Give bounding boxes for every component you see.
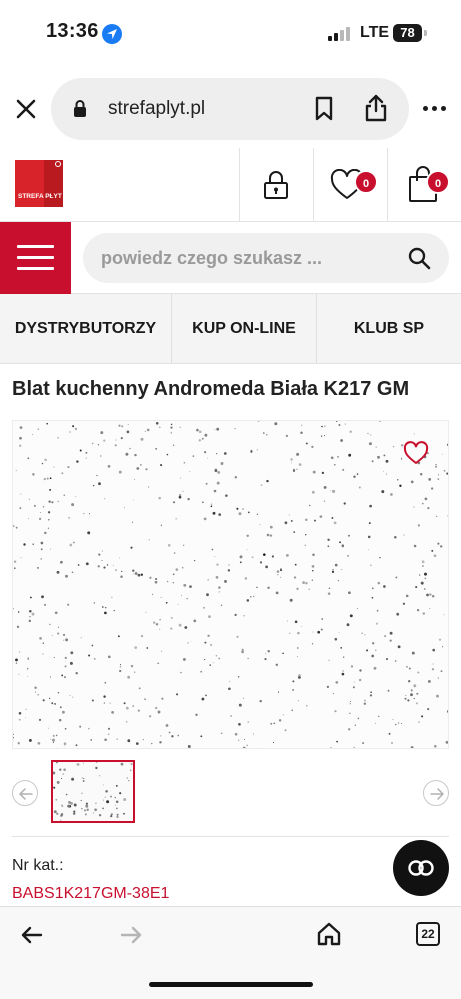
browser-url-row: strefaplyt.pl — [0, 78, 461, 140]
thumbnail-texture — [53, 762, 133, 821]
catalog-number-label: Nr kat.: — [12, 857, 64, 874]
logo-registered-mark — [55, 161, 61, 167]
search-icon[interactable] — [407, 246, 431, 275]
header-divider — [387, 148, 388, 222]
section-divider — [12, 836, 449, 837]
chat-icon — [408, 860, 434, 876]
menu-icon-bar — [17, 245, 54, 248]
wishlist-count-badge: 0 — [354, 170, 378, 194]
logo-text: STREFA PŁYT — [18, 193, 62, 200]
menu-icon-bar — [17, 267, 54, 270]
product-title: Blat kuchenny Andromeda Biała K217 GM — [12, 378, 410, 400]
gallery-thumbnail[interactable] — [51, 760, 135, 823]
prev-arrow-icon[interactable] — [12, 780, 38, 806]
tabs-icon[interactable]: 22 — [416, 922, 440, 946]
lock-icon — [72, 99, 88, 124]
next-arrow-icon[interactable] — [423, 780, 449, 806]
menu-button[interactable] — [0, 222, 71, 294]
site-logo[interactable]: STREFA PŁYT — [15, 160, 63, 207]
site-header: STREFA PŁYT 0 0 — [0, 148, 461, 222]
nav-item-kup-online[interactable]: KUP ON-LINE — [172, 294, 316, 364]
main-nav: DYSTRYBUTORZY KUP ON-LINE KLUB SP — [0, 294, 461, 364]
chat-button[interactable] — [393, 840, 449, 896]
search-placeholder: powiedz czego szukasz ... — [101, 248, 323, 268]
signal-icon — [328, 27, 352, 41]
close-icon[interactable] — [12, 95, 40, 123]
product-image[interactable] — [12, 420, 449, 749]
account-lock-icon[interactable] — [263, 170, 289, 205]
status-bar: 13:36 LTE 78 — [0, 0, 461, 68]
home-icon[interactable] — [316, 921, 342, 952]
search-row: powiedz czego szukasz ... — [0, 222, 461, 294]
network-type: LTE — [360, 24, 390, 41]
header-divider — [239, 148, 240, 222]
countertop-texture — [13, 421, 448, 748]
more-icon[interactable] — [423, 106, 447, 112]
forward-icon[interactable] — [119, 923, 143, 952]
cart-count-badge: 0 — [426, 170, 450, 194]
location-arrow-icon — [102, 24, 122, 44]
battery-icon: 78 — [393, 24, 422, 42]
nav-item-dystrybutorzy[interactable]: DYSTRYBUTORZY — [0, 294, 171, 364]
catalog-number-value: BABS1K217GM-38E1 — [12, 885, 170, 902]
back-icon[interactable] — [20, 923, 44, 952]
search-input[interactable]: powiedz czego szukasz ... — [83, 233, 449, 283]
nav-item-klub-sp[interactable]: KLUB SP — [317, 294, 461, 364]
header-divider — [313, 148, 314, 222]
share-icon[interactable] — [364, 93, 388, 128]
status-time: 13:36 — [46, 20, 99, 42]
home-indicator — [149, 982, 313, 987]
battery-nub — [424, 30, 427, 36]
bookmark-icon[interactable] — [313, 96, 335, 127]
add-to-favorites-heart-icon[interactable] — [403, 441, 429, 470]
menu-icon-bar — [17, 256, 54, 259]
url-text[interactable]: strefaplyt.pl — [108, 98, 205, 120]
address-bar[interactable] — [51, 78, 409, 140]
